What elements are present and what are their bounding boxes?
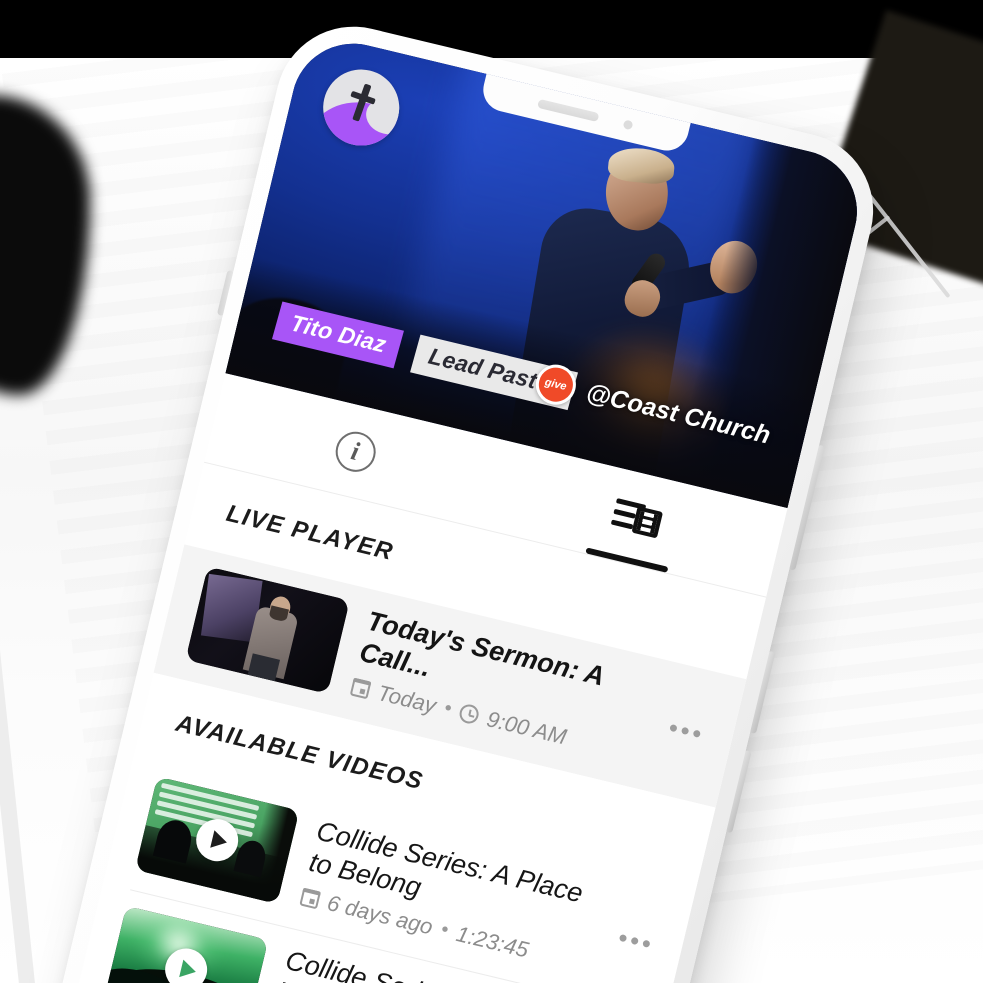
calendar-icon [349,677,372,700]
green-concert-crowd-thumbnail[interactable] [103,905,269,983]
separator-dot: • [438,918,451,942]
kebab-menu-icon[interactable] [602,917,658,962]
clock-icon [457,702,481,726]
green-worship-screen-thumbnail[interactable] [134,776,300,904]
separator-dot: • [441,697,454,721]
earpiece-speaker [536,98,600,122]
screenshot-stage: Tito Diaz Lead Pastor give @Coast Church… [0,0,983,983]
calendar-icon [299,887,322,910]
pastor-on-stage-thumbnail[interactable] [185,566,350,694]
kebab-menu-icon[interactable] [652,707,708,752]
front-camera-icon [622,118,634,130]
list-item-date: Today [375,679,439,718]
info-circle-icon: i [331,427,380,476]
video-playlist-icon [609,495,665,543]
